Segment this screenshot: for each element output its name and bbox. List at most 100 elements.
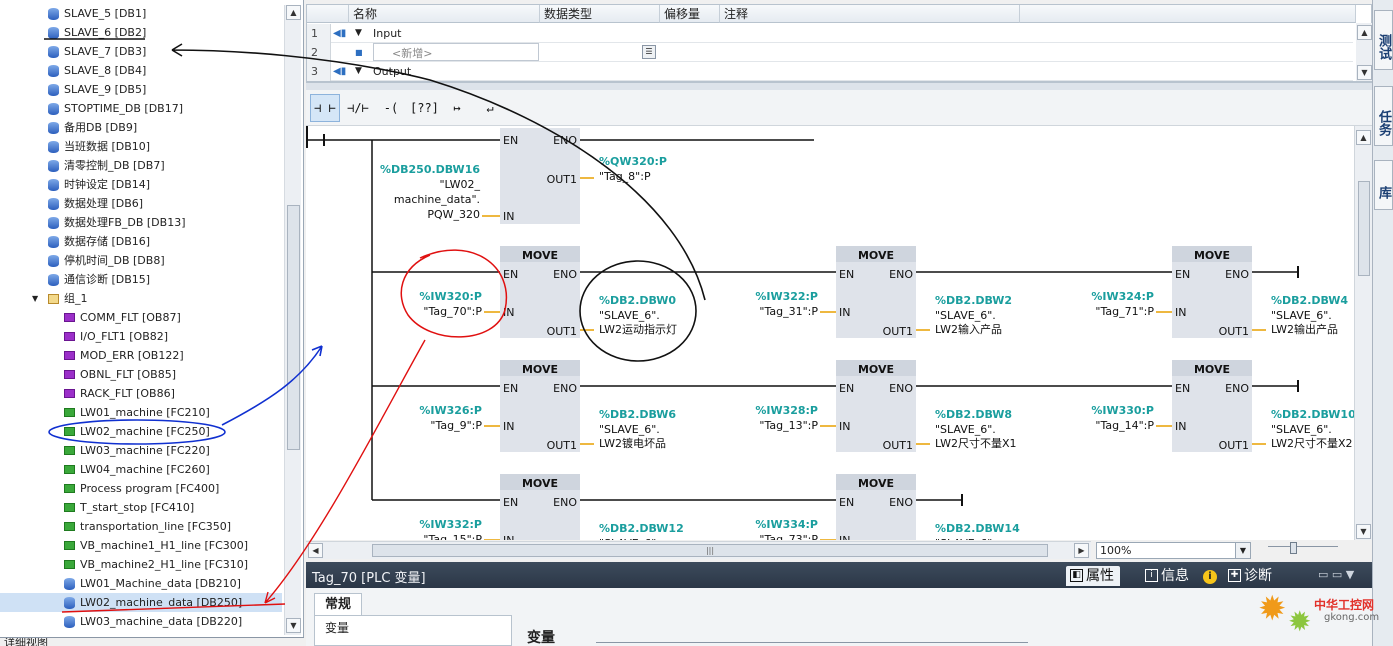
tree-item[interactable]: LW03_machine [FC220] [0,441,282,460]
tree-item[interactable]: LW02_machine_data [DB250] [0,593,282,612]
inspector-title: Tag_70 [PLC 变量] [312,571,426,586]
tree-item[interactable]: LW02_machine [FC250] [0,422,282,441]
tree-item[interactable]: SLAVE_7 [DB3] [0,42,282,61]
close-branch-button[interactable]: ↵ [475,94,505,122]
list-picker-icon[interactable]: ☰ [642,45,656,59]
db-icon [48,236,59,248]
expand-triangle-icon[interactable]: ▼ [32,289,38,308]
tree-item[interactable]: SLAVE_5 [DB1] [0,4,282,23]
tab-general[interactable]: 常规 [314,593,363,615]
tab-info[interactable]: i 信息 [1141,566,1195,586]
coil-button[interactable]: -( ) [376,94,406,141]
tab-diagnostics[interactable]: ✚ 诊断 [1224,566,1278,586]
tree-item[interactable]: LW04_machine [FC260] [0,460,282,479]
interface-splitter[interactable] [306,82,1372,90]
tree-item[interactable]: SLAVE_8 [DB4] [0,61,282,80]
scroll-up-arrow-icon[interactable]: ▲ [286,5,301,20]
move-block-title: MOVE [858,249,894,262]
tab-diagnostics-label: 诊断 [1244,568,1272,584]
ob-icon [64,389,75,398]
interface-row-output[interactable]: 3 ◀▮ ▼ Output [307,62,1353,81]
scroll-up-arrow-icon[interactable]: ▲ [1356,130,1371,145]
nc-contact-button[interactable]: ⊣/⊢ [343,94,373,122]
empty-box-button[interactable]: [??] [409,94,439,122]
detail-view-header[interactable]: 详细视图 [0,637,304,646]
new-entry-field[interactable]: <新增> [373,43,539,61]
tree-item[interactable]: RACK_FLT [OB86] [0,384,282,403]
zoom-slider[interactable] [1268,542,1338,556]
tree-item-label: 数据存储 [DB16] [64,235,151,248]
tree-item[interactable]: LW01_Machine_data [DB210] [0,574,282,593]
zoom-slider-knob[interactable] [1290,542,1297,554]
network-vertical-scrollbar[interactable]: ▲ ▼ [1354,126,1372,540]
taskcard-tasks[interactable]: 任务 [1374,86,1393,146]
chevron-down-icon[interactable]: ▼ [1235,543,1250,558]
tree-item[interactable]: T_start_stop [FC410] [0,498,282,517]
tree-item[interactable]: transportation_line [FC350] [0,517,282,536]
scroll-down-arrow-icon[interactable]: ▼ [286,618,301,633]
output-address: %DB2.DBW0 [599,294,676,307]
tree-item[interactable]: 清零控制_DB [DB7] [0,156,282,175]
col-header-datatype[interactable]: 数据类型 [540,5,660,23]
tree-item[interactable]: OBNL_FLT [OB85] [0,365,282,384]
interface-row-input[interactable]: 1 ◀▮ ▼ Input [307,24,1353,43]
ladder-network[interactable]: EN ENO OUT1 IN %QW320:P "Tag_8":P %DB250.DBW16… [306,126,1354,540]
interface-row-new[interactable]: 2 ■ <新增> ☰ [307,43,1353,62]
tree-item[interactable]: I/O_FLT1 [OB82] [0,327,282,346]
tree-item[interactable]: 数据存储 [DB16] [0,232,282,251]
scroll-up-arrow-icon[interactable]: ▲ [1357,25,1372,40]
tree-scrollbar[interactable]: ▲ ▼ [284,5,301,635]
collapse-triangle-icon[interactable]: ▼ [355,62,362,81]
tree-item[interactable]: LW03_machine_data [DB220] [0,612,282,631]
tab-properties[interactable]: ◧ 属性 [1066,566,1120,586]
tree-item[interactable]: 时钟设定 [DB14] [0,175,282,194]
tree-item[interactable]: STOPTIME_DB [DB17] [0,99,282,118]
col-header-offset[interactable]: 偏移量 [660,5,720,23]
tree-item[interactable]: 数据处理FB_DB [DB13] [0,213,282,232]
taskcard-test[interactable]: 测试 [1374,10,1393,70]
tree-item[interactable]: VB_machine1_H1_line [FC300] [0,536,282,555]
tree-item[interactable]: 备用DB [DB9] [0,118,282,137]
tree-item[interactable]: SLAVE_6 [DB2] [0,23,282,42]
pin-eno: ENO [889,496,913,509]
tree-scroll-thumb[interactable] [287,205,300,450]
db-icon [48,217,59,229]
scroll-left-arrow-icon[interactable]: ◀ [308,543,323,558]
network-scroll-thumb[interactable] [1358,181,1370,276]
tree-item[interactable]: MOD_ERR [OB122] [0,346,282,365]
tree-item[interactable]: 当班数据 [DB10] [0,137,282,156]
tree-item[interactable]: 停机时间_DB [DB8] [0,251,282,270]
section-divider [596,642,1028,643]
tree-item[interactable]: LW01_machine [FC210] [0,403,282,422]
collapse-triangle-icon[interactable]: ▼ [355,24,362,43]
tree-item-label: I/O_FLT1 [OB82] [80,330,169,343]
tree-item[interactable]: 通信诊断 [DB15] [0,270,282,289]
tree-item-label: VB_machine1_H1_line [FC300] [80,539,249,552]
col-header-comment[interactable]: 注释 [720,5,1020,23]
scroll-right-arrow-icon[interactable]: ▶ [1074,543,1089,558]
network-horizontal-scrollbar[interactable]: ◀ ||| ▶ [306,541,1091,559]
zoom-select[interactable]: 100% ▼ [1096,542,1251,559]
window-controls-icon[interactable]: ▭ ▭ ▼ [1318,568,1354,581]
taskcard-library[interactable]: 库 [1374,160,1393,210]
network-hscroll-thumb[interactable]: ||| [372,544,1048,557]
output-section-icon: ◀▮ [333,66,347,77]
col-header-name[interactable]: 名称 [349,5,540,23]
open-branch-button[interactable]: ↦ [442,94,472,122]
nav-item-variable[interactable]: 变量 [325,619,349,636]
tree-item[interactable]: 数据处理 [DB6] [0,194,282,213]
ob-icon [64,351,75,360]
no-contact-button[interactable]: ⊣ ⊢ [310,94,340,122]
properties-icon: ◧ [1070,569,1083,582]
output-tag: "SLAVE_6". [1271,309,1332,322]
pin-in: IN [503,210,514,223]
scroll-down-arrow-icon[interactable]: ▼ [1356,524,1371,539]
tree-item[interactable]: ▼ 组_1 [0,289,282,308]
tree-item[interactable]: SLAVE_9 [DB5] [0,80,282,99]
tree-item[interactable]: VB_machine2_H1_line [FC310] [0,555,282,574]
interface-scrollbar[interactable]: ▲ ▼ [1356,23,1372,81]
scroll-down-arrow-icon[interactable]: ▼ [1357,65,1372,80]
ladder-toolbar: ⊣ ⊢⊣/⊢-( )[??]↦↵ [306,90,1372,141]
tree-item[interactable]: Process program [FC400] [0,479,282,498]
tree-item[interactable]: COMM_FLT [OB87] [0,308,282,327]
